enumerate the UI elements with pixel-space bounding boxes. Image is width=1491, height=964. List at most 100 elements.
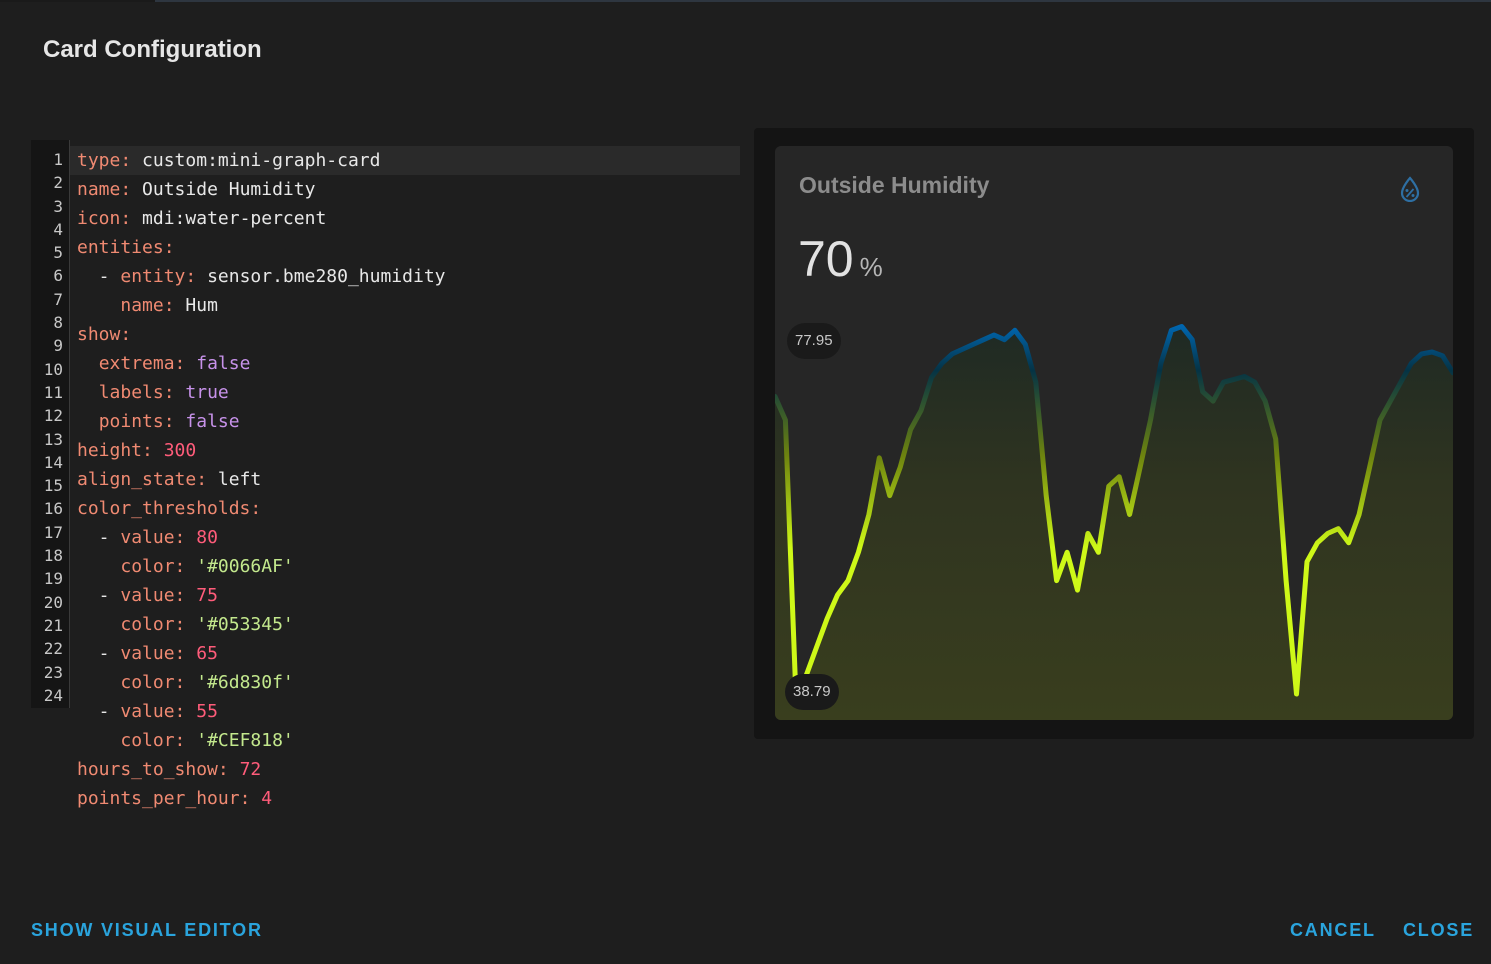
- code-line: - value: 80: [77, 523, 446, 552]
- yaml-separator: :: [174, 585, 197, 606]
- yaml-value: 300: [163, 440, 197, 461]
- yaml-value: mdi:water-percent: [142, 208, 327, 229]
- show-visual-editor-button[interactable]: SHOW VISUAL EDITOR: [31, 920, 263, 941]
- yaml-separator: :: [142, 440, 164, 461]
- yaml-value: 65: [196, 643, 218, 664]
- close-button[interactable]: CLOSE: [1403, 920, 1474, 941]
- line-number: 23: [43, 662, 63, 682]
- line-number: 17: [43, 522, 63, 542]
- code-line: color_thresholds:: [77, 494, 446, 523]
- code-line: show:: [77, 320, 446, 349]
- yaml-separator: :: [174, 353, 197, 374]
- yaml-separator: :: [174, 730, 197, 751]
- code-line: labels: true: [77, 378, 446, 407]
- dialog-top-border: [0, 0, 1491, 2]
- code-line: color: '#0066AF': [77, 552, 446, 581]
- line-number: 3: [53, 196, 63, 216]
- line-number: 24: [43, 685, 63, 705]
- humidity-graph: [775, 324, 1453, 720]
- yaml-value: false: [196, 353, 251, 374]
- yaml-separator: :: [185, 266, 208, 287]
- yaml-value: 75: [196, 585, 218, 606]
- line-number-gutter: 1 2 3 4 5 6 7 8 9 10 11 12 13 14 15 16 17 18 19 20 21 22 23 24: [31, 140, 70, 708]
- yaml-separator: :: [163, 382, 186, 403]
- code-line: name: Outside Humidity: [77, 175, 446, 204]
- code-line: points_per_hour: 4: [77, 784, 446, 813]
- yaml-value: '#CEF818': [196, 730, 294, 751]
- yaml-code-editor[interactable]: 1 2 3 4 5 6 7 8 9 10 11 12 13 14 15 16 17 18 19 20 21 22 23 24 …: [31, 140, 741, 820]
- yaml-separator: :: [217, 759, 240, 780]
- yaml-value: false: [185, 411, 240, 432]
- code-indent: -: [77, 701, 121, 722]
- line-number: 11: [43, 382, 63, 402]
- yaml-value: Hum: [185, 295, 218, 316]
- graph-min-label: 38.79: [785, 674, 839, 710]
- line-number: 14: [43, 452, 63, 472]
- yaml-separator: :: [120, 324, 132, 345]
- yaml-key: name: [120, 295, 164, 316]
- yaml-separator: :: [120, 150, 143, 171]
- yaml-value: custom:mini-graph-card: [142, 150, 381, 171]
- yaml-key: color: [120, 614, 175, 635]
- line-number: 5: [53, 243, 63, 263]
- dialog-title: Card Configuration: [43, 36, 262, 63]
- yaml-value: 4: [261, 788, 273, 809]
- line-number: 2: [53, 173, 63, 193]
- line-number: 21: [43, 615, 63, 635]
- yaml-value: true: [185, 382, 229, 403]
- yaml-value: '#053345': [196, 614, 294, 635]
- yaml-separator: :: [239, 788, 262, 809]
- yaml-value: 72: [239, 759, 262, 780]
- code-line: color: '#053345': [77, 610, 446, 639]
- yaml-key: align_state: [77, 469, 197, 490]
- yaml-value: 80: [196, 527, 218, 548]
- yaml-key: value: [120, 585, 175, 606]
- cancel-button[interactable]: CANCEL: [1290, 920, 1376, 941]
- line-number: 6: [53, 266, 63, 286]
- code-indent: -: [77, 527, 121, 548]
- code-indent: -: [77, 266, 121, 287]
- yaml-key: value: [120, 701, 175, 722]
- yaml-value: sensor.bme280_humidity: [207, 266, 446, 287]
- line-number: 1: [53, 150, 63, 169]
- yaml-key: color: [120, 730, 175, 751]
- yaml-separator: :: [120, 179, 143, 200]
- card-name: Outside Humidity: [799, 172, 990, 198]
- line-number: 9: [53, 336, 63, 356]
- code-line: points: false: [77, 407, 446, 436]
- yaml-separator: :: [250, 498, 262, 519]
- card-state: 70%: [798, 230, 883, 288]
- code-line: height: 300: [77, 436, 446, 465]
- yaml-key: type: [77, 150, 121, 171]
- yaml-key: icon: [77, 208, 121, 229]
- code-line: - entity: sensor.bme280_humidity: [77, 262, 446, 291]
- yaml-value: Outside Humidity: [142, 179, 316, 200]
- yaml-key: name: [77, 179, 121, 200]
- yaml-key: points_per_hour: [77, 788, 240, 809]
- yaml-key: points: [98, 411, 164, 432]
- line-number: 7: [53, 289, 63, 309]
- yaml-separator: :: [120, 208, 143, 229]
- yaml-key: color: [120, 672, 175, 693]
- yaml-separator: :: [196, 469, 218, 490]
- mini-graph-card[interactable]: Outside Humidity 70% 77.95 38.79: [775, 146, 1453, 720]
- line-number: 13: [43, 429, 63, 449]
- code-line: - value: 55: [77, 697, 446, 726]
- yaml-key: entity: [120, 266, 186, 287]
- code-line: type: custom:mini-graph-card: [77, 146, 446, 175]
- code-content[interactable]: type: custom:mini-graph-card name: Outsid…: [77, 146, 446, 813]
- yaml-key: value: [120, 643, 175, 664]
- line-number: 15: [43, 476, 63, 496]
- line-number: 18: [43, 546, 63, 566]
- code-line: color: '#6d830f': [77, 668, 446, 697]
- code-line: align_state: left: [77, 465, 446, 494]
- yaml-key: color_thresholds: [77, 498, 251, 519]
- code-line: icon: mdi:water-percent: [77, 204, 446, 233]
- yaml-separator: :: [174, 643, 197, 664]
- line-number: 20: [43, 592, 63, 612]
